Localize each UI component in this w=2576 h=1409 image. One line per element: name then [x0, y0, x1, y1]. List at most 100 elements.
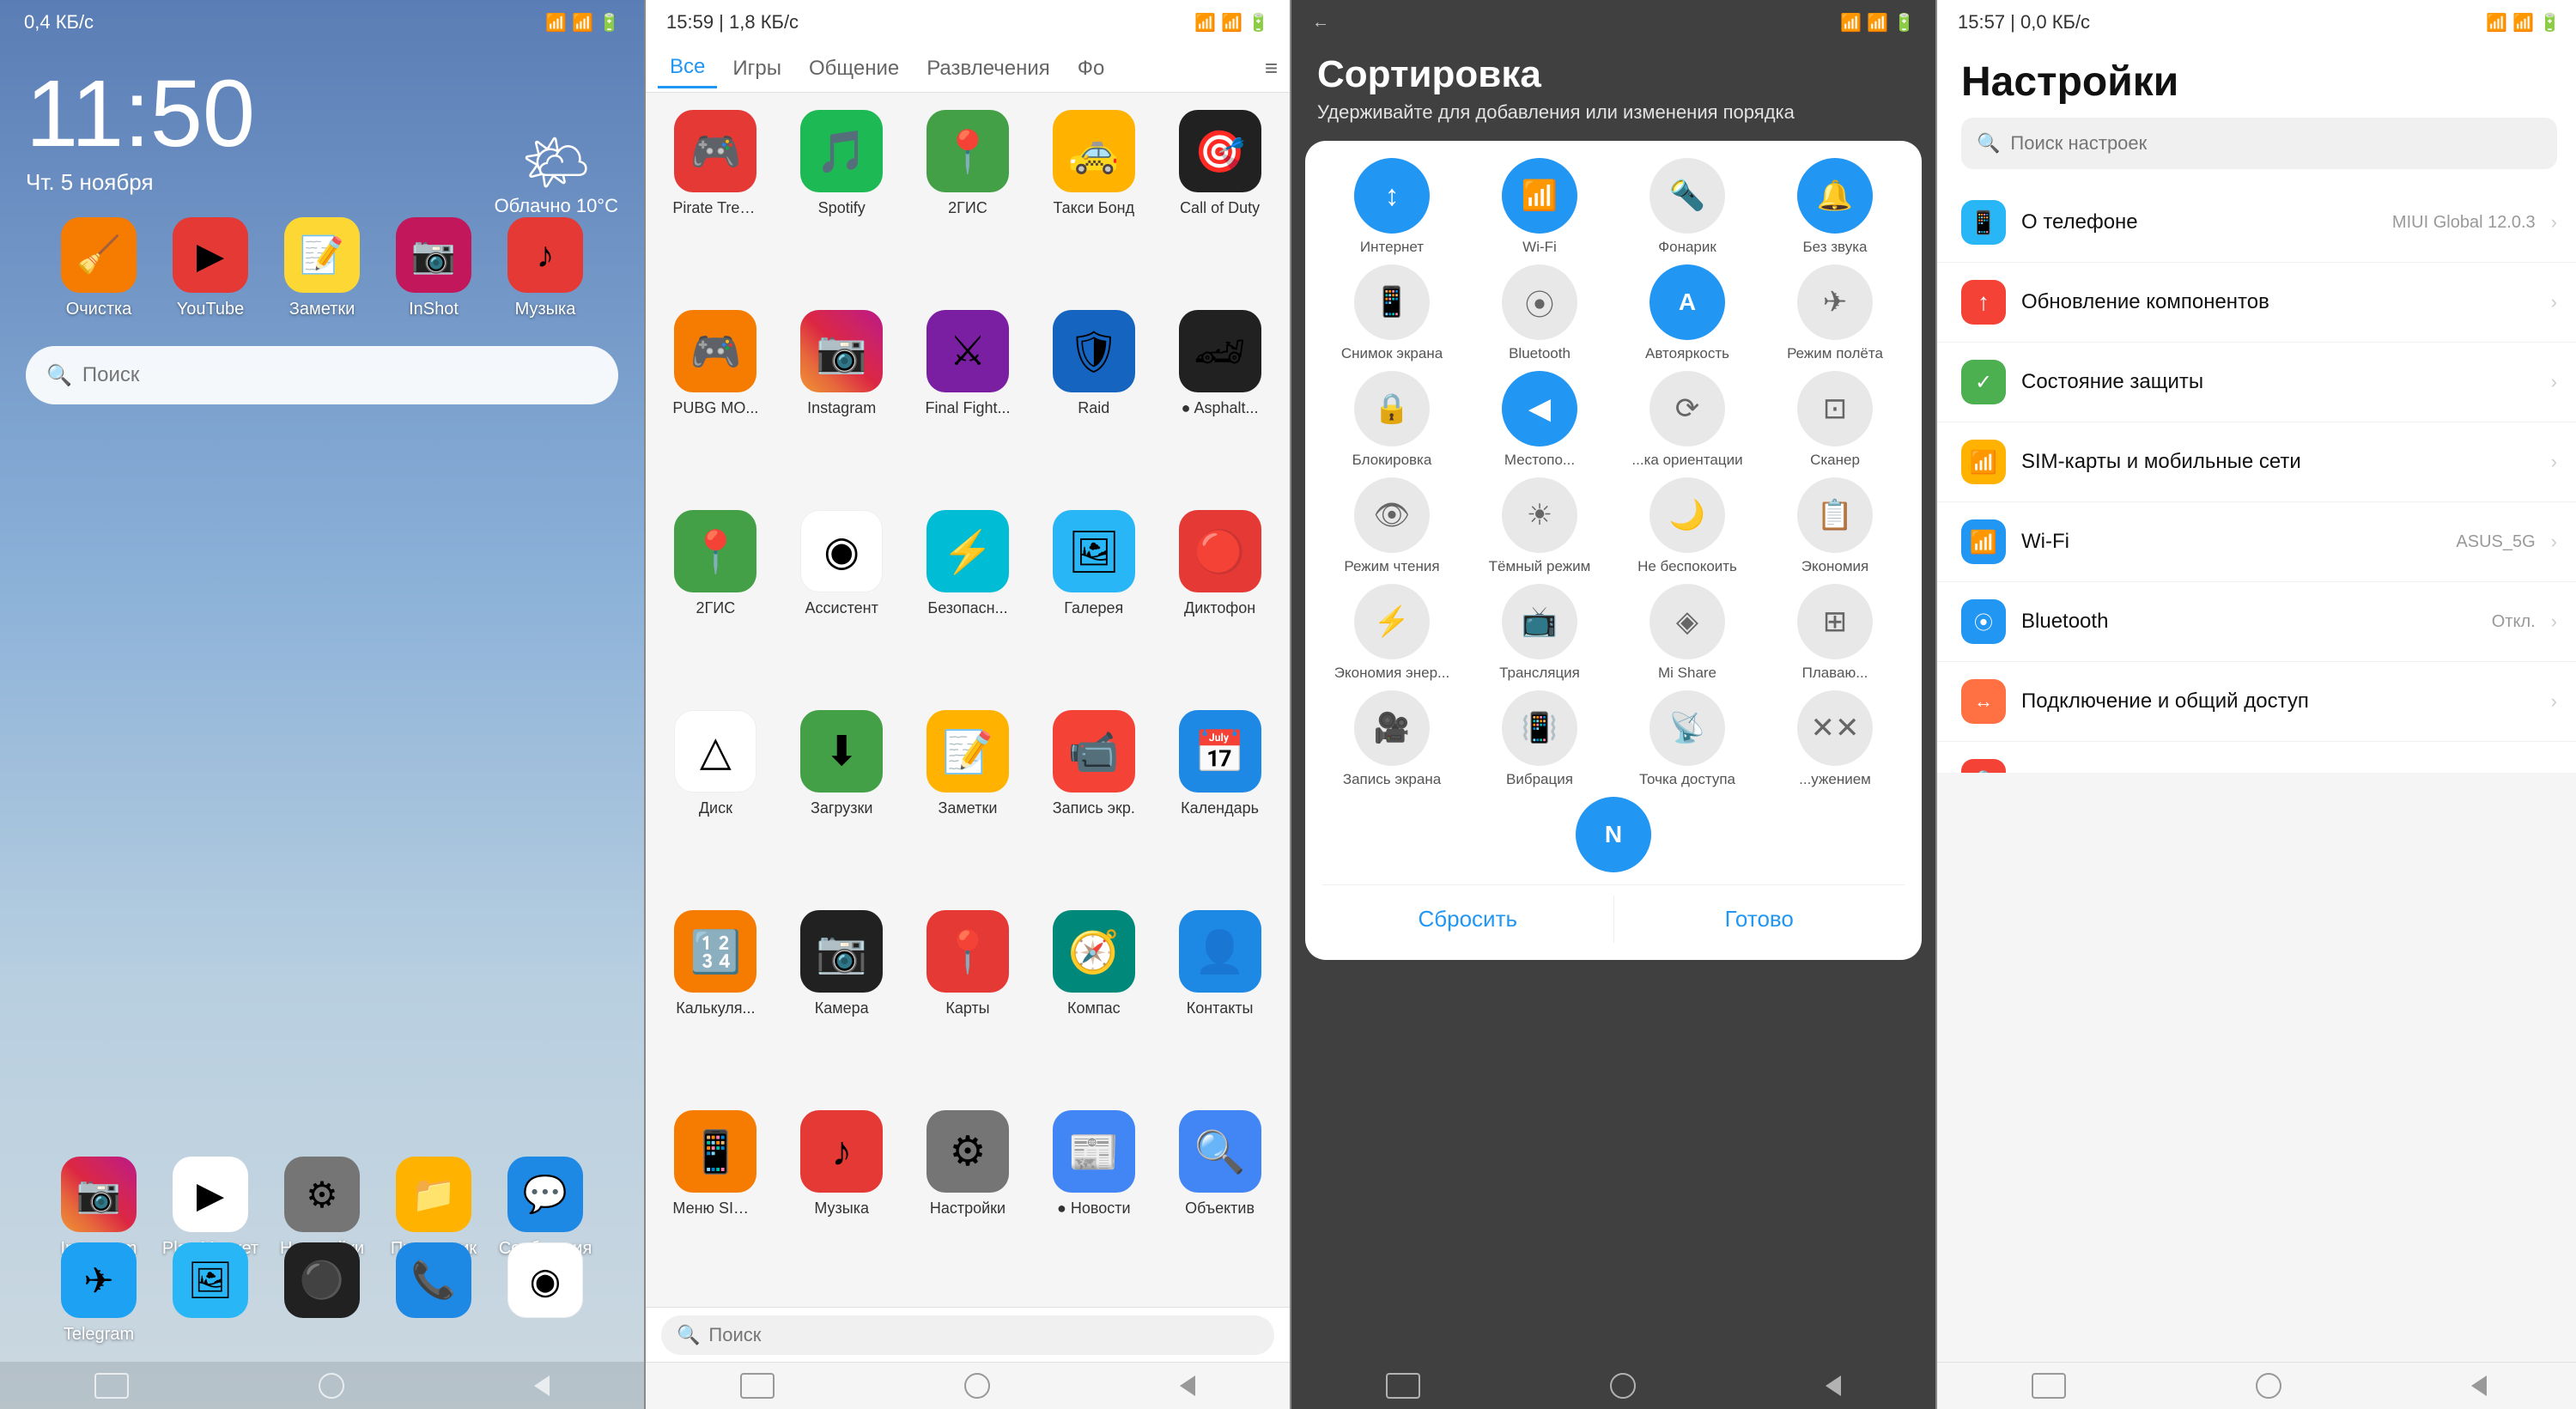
tab-social[interactable]: Общение	[797, 50, 911, 88]
settings-wifi[interactable]: 📶 Wi-Fi ASUS_5G ›	[1937, 502, 2576, 582]
nav-recents-drawer[interactable]	[1180, 1376, 1195, 1396]
app-contacts[interactable]: 👤 Контакты	[1158, 902, 1281, 1098]
qs-mishare[interactable]: ◈ Mi Share	[1618, 584, 1757, 682]
app-settings2[interactable]: ⚙ Настройки	[907, 1102, 1030, 1298]
qs-float[interactable]: ⊞ Плаваю...	[1765, 584, 1905, 682]
nav-back-settings[interactable]	[2032, 1373, 2066, 1399]
settings-sim[interactable]: 📶 SIM-карты и мобильные сети ›	[1937, 422, 2576, 502]
qs-btn-nfc[interactable]: N	[1576, 797, 1651, 872]
qs-internet[interactable]: ↕ Интернет	[1322, 158, 1461, 256]
app-calc[interactable]: 🔢 Калькуля...	[654, 902, 777, 1098]
qs-bluetooth[interactable]: ⦿ Bluetooth	[1470, 264, 1609, 362]
nav-home-settings[interactable]	[2256, 1373, 2281, 1399]
qs-screenshot[interactable]: 📱 Снимок экрана	[1322, 264, 1461, 362]
qs-vibrate[interactable]: 📳 Вибрация	[1470, 690, 1609, 788]
nav-back-drawer[interactable]	[740, 1373, 775, 1399]
app-gallery[interactable]: 🖼 Галерея	[1032, 501, 1155, 698]
app-taxi[interactable]: 🚕 Такси Бонд	[1032, 101, 1155, 298]
app-instagram[interactable]: 📷 Instagram	[781, 301, 903, 498]
dock-telegram[interactable]: ✈ Telegram	[56, 1242, 142, 1345]
qs-screenrec[interactable]: 🎥 Запись экрана	[1322, 690, 1461, 788]
dock-phone[interactable]: 📞	[391, 1242, 477, 1345]
app-cod[interactable]: 🎯 Call of Duty	[1158, 101, 1281, 298]
reset-button[interactable]: Сбросить	[1322, 896, 1613, 943]
qs-cast[interactable]: 📺 Трансляция	[1470, 584, 1609, 682]
qs-location[interactable]: ◀ Местопо...	[1470, 371, 1609, 469]
app-spotify[interactable]: 🎵 Spotify	[781, 101, 903, 298]
qs-dnd[interactable]: 🌙 Не беспокоить	[1618, 477, 1757, 575]
dock-camera[interactable]: ⚫	[279, 1242, 365, 1345]
qs-lock[interactable]: 🔒 Блокировка	[1322, 371, 1461, 469]
app-security[interactable]: ⚡ Безопасн...	[907, 501, 1030, 698]
tab-entertainment[interactable]: Развлечения	[914, 50, 1062, 88]
settings-lockscreen[interactable]: 🔒 Блокировка экрана ›	[1937, 742, 2576, 773]
qs-darkmode[interactable]: ☀ Тёмный режим	[1470, 477, 1609, 575]
nav-home-drawer[interactable]	[964, 1373, 990, 1399]
app-pirate[interactable]: 🎮 Pirate Trea...	[654, 101, 777, 298]
qs-hotspot[interactable]: 📡 Точка доступа	[1618, 690, 1757, 788]
dock-gallery[interactable]: 🖼	[167, 1242, 253, 1345]
drawer-search-bar[interactable]: 🔍	[646, 1307, 1290, 1362]
settings-bluetooth[interactable]: ⦿ Bluetooth Откл. ›	[1937, 582, 2576, 662]
app-compass[interactable]: 🧭 Компас	[1032, 902, 1155, 1098]
app-assistant[interactable]: ◉ Ассистент	[781, 501, 903, 698]
qs-batsave[interactable]: ⚡ Экономия энер...	[1322, 584, 1461, 682]
done-button[interactable]: Готово	[1614, 896, 1905, 943]
settings-about[interactable]: 📱 О телефоне MIUI Global 12.0.3 ›	[1937, 183, 2576, 263]
app-screenrec[interactable]: 📹 Запись экр.	[1032, 701, 1155, 898]
app-finalfight[interactable]: ⚔ Final Fight...	[907, 301, 1030, 498]
qs-wifi[interactable]: 📶 Wi-Fi	[1470, 158, 1609, 256]
nav-back-qs[interactable]	[1386, 1373, 1420, 1399]
tab-menu-icon[interactable]: ≡	[1265, 55, 1278, 82]
app-news[interactable]: 📰 ● Новости	[1032, 1102, 1155, 1298]
app-2gis2[interactable]: 📍 2ГИС	[654, 501, 777, 698]
app-calendar[interactable]: 📅 Календарь	[1158, 701, 1281, 898]
qs-reading[interactable]: 👁 Режим чтения	[1322, 477, 1461, 575]
drawer-search-input[interactable]	[708, 1324, 1259, 1346]
home-search-input[interactable]	[82, 363, 598, 387]
nav-recents-button[interactable]	[534, 1376, 550, 1396]
qs-autobrightness[interactable]: A Автояркость	[1618, 264, 1757, 362]
settings-search-input[interactable]	[2010, 132, 2542, 155]
app-pubg[interactable]: 🎮 PUBG MO...	[654, 301, 777, 498]
qs-btn-hotspot: 📡	[1649, 690, 1725, 766]
app-music[interactable]: ♪ Музыка	[502, 217, 588, 319]
qs-rotation[interactable]: ⟳ ...ка ориентации	[1618, 371, 1757, 469]
nav-home-button[interactable]	[319, 1373, 344, 1399]
home-search-bar[interactable]: 🔍	[26, 346, 618, 404]
app-inshot[interactable]: 📷 InShot	[391, 217, 477, 319]
qs-airplane[interactable]: ✈ Режим полёта	[1765, 264, 1905, 362]
settings-security[interactable]: ✓ Состояние защиты ›	[1937, 343, 2576, 422]
qs-more[interactable]: ✕✕ ...ужением	[1765, 690, 1905, 788]
nav-back-button[interactable]	[94, 1373, 129, 1399]
app-raid[interactable]: 🛡 Raid	[1032, 301, 1155, 498]
settings-connections[interactable]: ↔ Подключение и общий доступ ›	[1937, 662, 2576, 742]
qs-scanner[interactable]: ⊡ Сканер	[1765, 371, 1905, 469]
qs-economy[interactable]: 📋 Экономия	[1765, 477, 1905, 575]
nav-home-qs[interactable]	[1610, 1373, 1636, 1399]
nav-recents-settings[interactable]	[2471, 1376, 2487, 1396]
app-asphalt[interactable]: 🏎 ● Asphalt...	[1158, 301, 1281, 498]
app-notes2[interactable]: 📝 Заметки	[907, 701, 1030, 898]
app-recorder[interactable]: 🔴 Диктофон	[1158, 501, 1281, 698]
tab-games[interactable]: Игры	[720, 50, 793, 88]
app-youtube[interactable]: ▶ YouTube	[167, 217, 253, 319]
app-2gis[interactable]: 📍 2ГИС	[907, 101, 1030, 298]
app-cleaner[interactable]: 🧹 Очистка	[56, 217, 142, 319]
qs-flashlight[interactable]: 🔦 Фонарик	[1618, 158, 1757, 256]
app-lens[interactable]: 🔍 Объектив	[1158, 1102, 1281, 1298]
qs-silent[interactable]: 🔔 Без звука	[1765, 158, 1905, 256]
tab-all[interactable]: Все	[658, 48, 717, 88]
app-drive[interactable]: △ Диск	[654, 701, 777, 898]
app-notes[interactable]: 📝 Заметки	[279, 217, 365, 319]
dock-chrome[interactable]: ◉	[502, 1242, 588, 1345]
app-camera[interactable]: 📷 Камера	[781, 902, 903, 1098]
nav-recents-qs[interactable]	[1826, 1376, 1841, 1396]
app-sim[interactable]: 📱 Меню SIM...	[654, 1102, 777, 1298]
app-music2[interactable]: ♪ Музыка	[781, 1102, 903, 1298]
settings-search-bar[interactable]: 🔍	[1961, 118, 2557, 169]
tab-more[interactable]: Фо	[1066, 50, 1117, 88]
app-downloads[interactable]: ⬇ Загрузки	[781, 701, 903, 898]
settings-updates[interactable]: ↑ Обновление компонентов ›	[1937, 263, 2576, 343]
app-maps[interactable]: 📍 Карты	[907, 902, 1030, 1098]
